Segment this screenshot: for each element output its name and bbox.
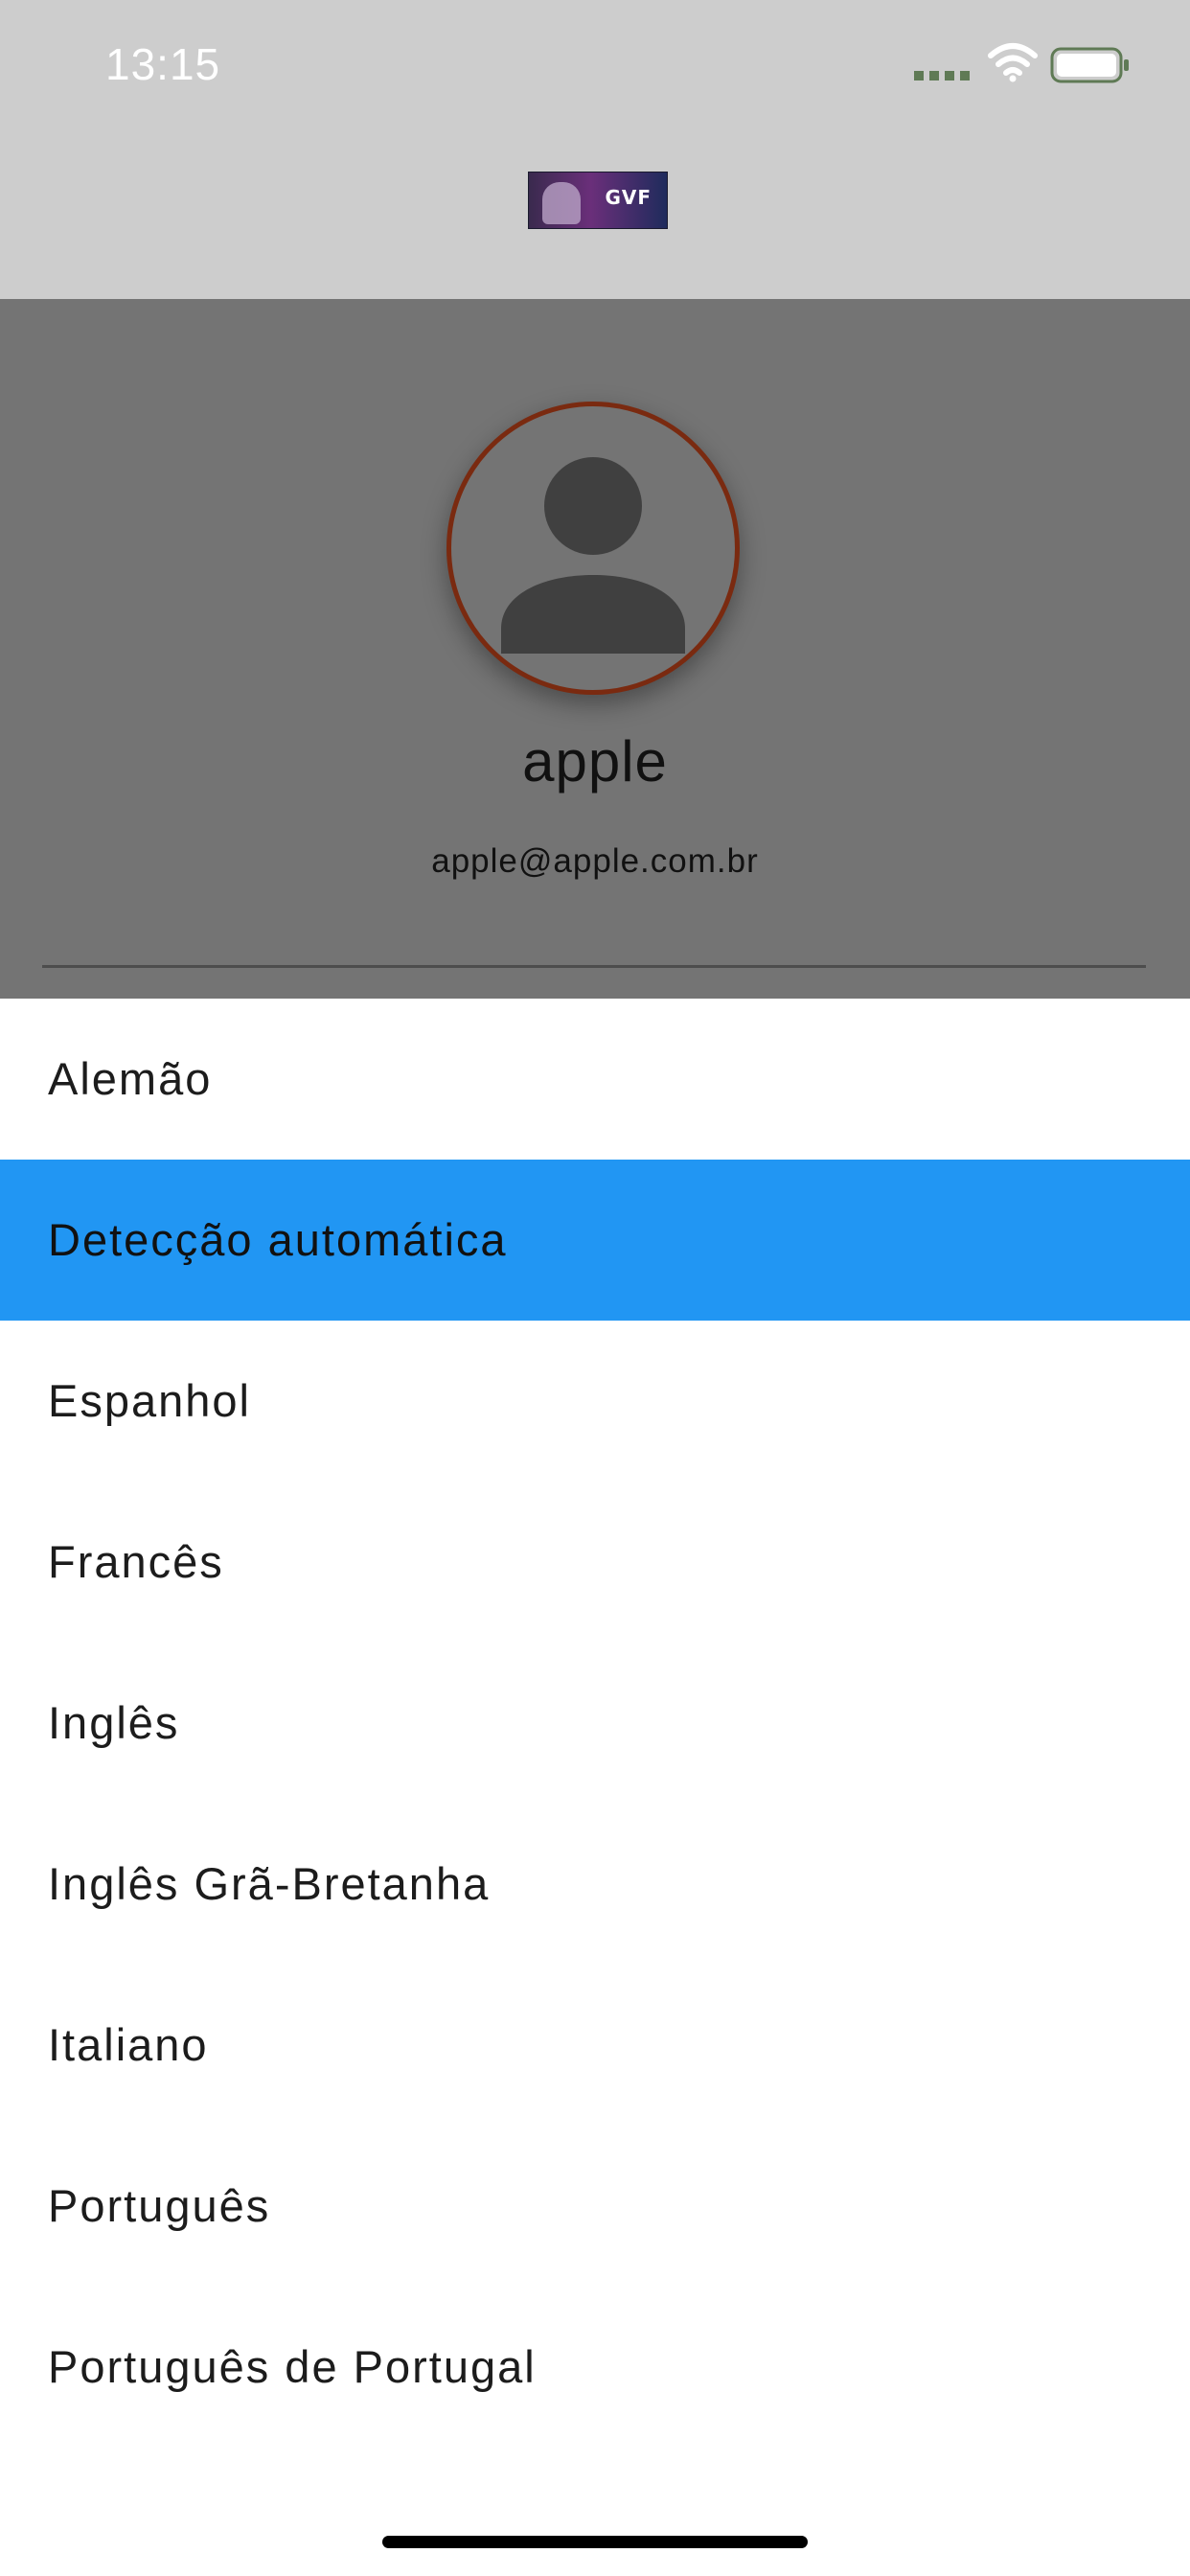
language-option-ingles[interactable]: Inglês xyxy=(0,1643,1190,1804)
status-time: 13:15 xyxy=(105,39,221,89)
status-bar: 13:15 xyxy=(0,0,1190,134)
language-bottom-sheet: Alemão Detecção automática Espanhol Fran… xyxy=(0,999,1190,2576)
logo-figure-icon xyxy=(542,182,581,224)
app-logo[interactable]: GVF xyxy=(528,172,668,229)
wifi-icon xyxy=(988,43,1038,82)
profile-email: apple@apple.com.br xyxy=(431,842,759,880)
logo-text: GVF xyxy=(605,186,652,209)
language-option-portugues-de-portugal[interactable]: Português de Portugal xyxy=(0,2287,1190,2448)
language-option-frances[interactable]: Francês xyxy=(0,1482,1190,1643)
language-option-espanhol[interactable]: Espanhol xyxy=(0,1321,1190,1482)
language-option-ingles-gra-bretanha[interactable]: Inglês Grã-Bretanha xyxy=(0,1804,1190,1965)
language-option-alemao[interactable]: Alemão xyxy=(0,999,1190,1160)
person-silhouette-icon xyxy=(501,457,685,654)
profile-name: apple xyxy=(522,729,668,794)
profile-avatar[interactable] xyxy=(446,402,740,695)
language-option-deteccao-automatica[interactable]: Detecção automática xyxy=(0,1160,1190,1321)
cellular-signal-icon xyxy=(914,71,970,80)
battery-icon xyxy=(1050,47,1129,83)
home-indicator[interactable] xyxy=(382,2536,808,2548)
language-option-italiano[interactable]: Italiano xyxy=(0,1965,1190,2126)
divider xyxy=(42,965,1146,968)
language-option-portugues[interactable]: Português xyxy=(0,2126,1190,2287)
